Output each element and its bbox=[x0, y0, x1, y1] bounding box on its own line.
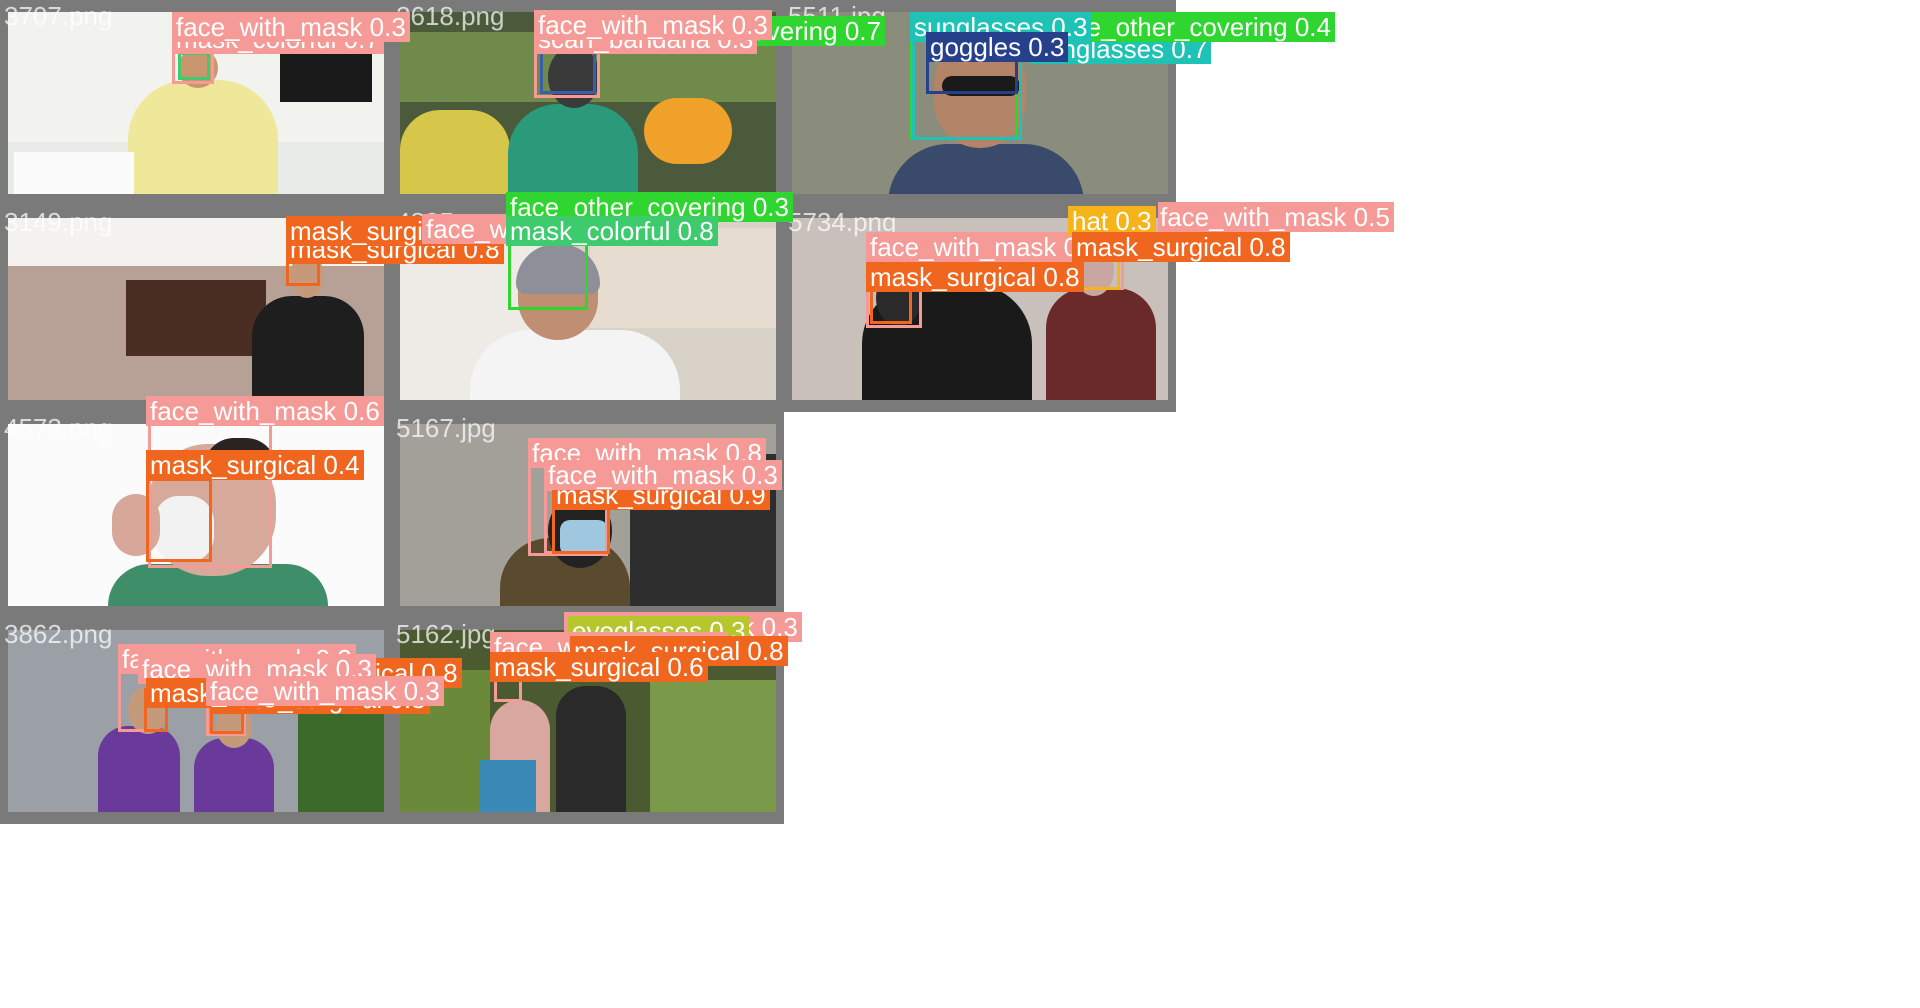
label-face_with_mask-left: face_with_mask 0.5 bbox=[866, 232, 1104, 262]
tile-3707[interactable]: 3707.png mask_colorful 0.7 face_with_mas… bbox=[0, 0, 410, 206]
dark-door bbox=[126, 280, 266, 356]
filename-label: 4573.png bbox=[4, 413, 113, 443]
tile-5734[interactable]: 5734.png face_with_mask 0.5 mask_surgica… bbox=[784, 202, 1394, 412]
vegetables-right bbox=[650, 680, 776, 812]
tile-2618[interactable]: 2618.png face_other_covering 0.7 scarf_b… bbox=[392, 0, 885, 206]
filename-label: 2618.png bbox=[396, 1, 505, 31]
tile-5167[interactable]: 5167.jpg face_with_mask 0.8 mask_surgica… bbox=[392, 412, 784, 618]
filename-label: 5167.jpg bbox=[396, 413, 496, 443]
bbox-face_other_covering bbox=[508, 238, 588, 310]
filename-label: 3862.png bbox=[4, 619, 113, 649]
label-mask_surgical-0.6: mask_surgical 0.6 bbox=[490, 652, 708, 682]
label-mask_surgical-right: mask_surgical 0.8 bbox=[1072, 232, 1290, 262]
label-face_with_mask: face_with_mask 0.6 bbox=[146, 396, 384, 426]
oranges-pile bbox=[644, 98, 732, 164]
label-mask_surgical-left: mask_surgical 0.8 bbox=[866, 262, 1084, 292]
filename-label: 3707.png bbox=[4, 1, 113, 31]
label-face_with_mask-right: face_with_mask 0.5 bbox=[1158, 202, 1394, 232]
lemons-pile bbox=[400, 110, 510, 194]
person-plaid-coat bbox=[1046, 288, 1156, 400]
bbox-mask_surgical bbox=[146, 478, 212, 562]
bbox-goggles bbox=[926, 58, 1018, 94]
label-goggles: goggles 0.3 bbox=[926, 32, 1069, 62]
label-mask_surgical: mask_surgical 0.4 bbox=[146, 450, 364, 480]
person-black bbox=[252, 296, 364, 400]
label-face_with_mask-0.3: face_with_mask 0.3 bbox=[544, 460, 782, 490]
person-yellow-gown bbox=[128, 80, 278, 194]
tile-5162[interactable]: 5162.jpg face_with_mask 0.3 eyeglasses 0… bbox=[392, 612, 802, 824]
label-face_with_mask: face_with_mask 0.3 bbox=[534, 10, 772, 40]
filename-label: 3149.png bbox=[4, 207, 113, 237]
detection-mosaic: 3707.png mask_colorful 0.7 face_with_mas… bbox=[0, 0, 1920, 1008]
shirt-white bbox=[470, 330, 680, 400]
label-face_with_mask-bottom: face_with_mask 0.3 bbox=[206, 676, 444, 706]
shoulders bbox=[888, 144, 1084, 194]
blue-bag bbox=[480, 760, 536, 812]
filename-label: 5162.jpg bbox=[396, 619, 496, 649]
bbox-mask_colorful bbox=[178, 52, 210, 80]
person-purple-vest-right bbox=[194, 738, 274, 812]
tile-3862[interactable]: 3862.png face_with_mask 0.3 mask_surgica… bbox=[0, 618, 462, 824]
person-purple-vest-left bbox=[98, 726, 180, 812]
label-mask_colorful: mask_colorful 0.8 bbox=[506, 216, 718, 246]
tile-3149[interactable]: 3149.png mask_surgical 0.8 mask_surgical… bbox=[0, 206, 504, 412]
bbox-mask_surgical bbox=[552, 504, 610, 554]
tv-screen bbox=[280, 46, 372, 102]
bed bbox=[14, 152, 134, 194]
tile-4835[interactable]: 4835.png face_with_mask 0.8 face_other_c… bbox=[392, 192, 793, 412]
tile-4573[interactable]: 4573.png face_with_mask 0.6 mask_surgica… bbox=[0, 396, 392, 618]
person-green bbox=[508, 104, 638, 194]
label-face_with_mask: face_with_mask 0.3 bbox=[172, 12, 410, 42]
shopper-right bbox=[556, 686, 626, 812]
